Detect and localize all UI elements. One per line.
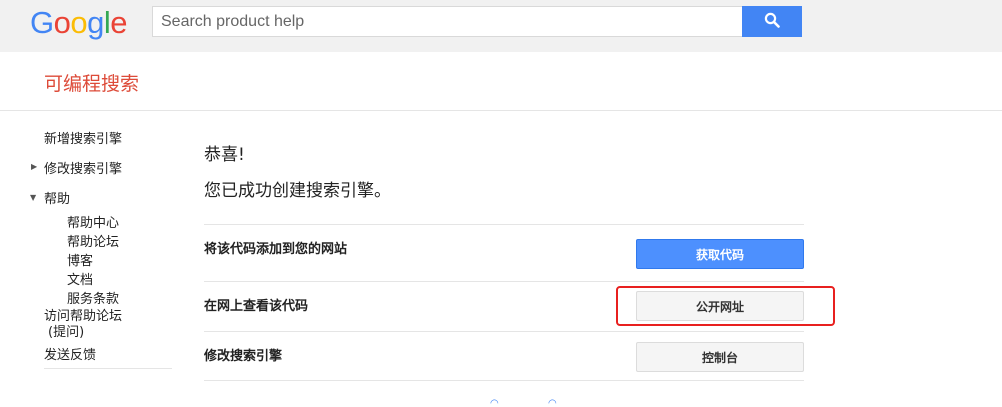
highlight-annotation xyxy=(616,286,835,326)
search-bar xyxy=(152,6,802,37)
search-button[interactable] xyxy=(742,6,802,37)
sidebar-item-docs[interactable]: 文档 xyxy=(67,269,93,288)
logo-letter: o xyxy=(70,5,88,40)
row-label-view-code: 在网上查看该代码 xyxy=(204,299,309,314)
success-message: 您已成功创建搜索引擎。 xyxy=(204,181,391,201)
logo-letter: g xyxy=(87,5,104,40)
row-label-edit-engine: 修改搜索引擎 xyxy=(204,349,283,364)
top-bar: Google xyxy=(0,0,1002,52)
partial-icon: ◠ xyxy=(548,398,557,407)
control-panel-button[interactable]: 控制台 xyxy=(636,342,804,372)
sidebar-item-send-feedback[interactable]: 发送反馈 xyxy=(44,344,96,363)
logo-letter: e xyxy=(110,5,128,40)
congrats-heading: 恭喜! xyxy=(204,145,245,165)
sidebar-item-blog[interactable]: 博客 xyxy=(67,250,93,269)
row-label-add-code: 将该代码添加到您的网站 xyxy=(204,242,348,257)
search-input[interactable] xyxy=(152,6,743,37)
logo-letter: o xyxy=(53,5,71,40)
product-title[interactable]: 可编程搜索 xyxy=(44,69,139,96)
sidebar-item-ask-question[interactable]: (提问) xyxy=(48,321,84,340)
logo-letter: G xyxy=(30,5,54,40)
chevron-down-icon[interactable]: ▼ xyxy=(30,193,36,202)
search-icon xyxy=(764,12,780,31)
sidebar-item-edit-engine[interactable]: 修改搜索引擎 xyxy=(44,158,122,177)
row-divider xyxy=(204,380,804,381)
row-divider xyxy=(204,281,804,282)
google-logo[interactable]: Google xyxy=(30,5,128,41)
sidebar-item-new-engine[interactable]: 新增搜索引擎 xyxy=(44,128,122,147)
sidebar-item-help[interactable]: 帮助 xyxy=(44,188,70,207)
get-code-button[interactable]: 获取代码 xyxy=(636,239,804,269)
partial-icon: ◠ xyxy=(490,398,499,407)
row-divider xyxy=(204,224,804,225)
sidebar-item-help-center[interactable]: 帮助中心 xyxy=(67,212,119,231)
row-divider xyxy=(204,331,804,332)
chevron-right-icon[interactable]: ▶ xyxy=(31,162,37,171)
sidebar-divider xyxy=(44,368,172,369)
sidebar-item-help-forum[interactable]: 帮助论坛 xyxy=(67,231,119,250)
product-header: 可编程搜索 xyxy=(0,52,1002,111)
